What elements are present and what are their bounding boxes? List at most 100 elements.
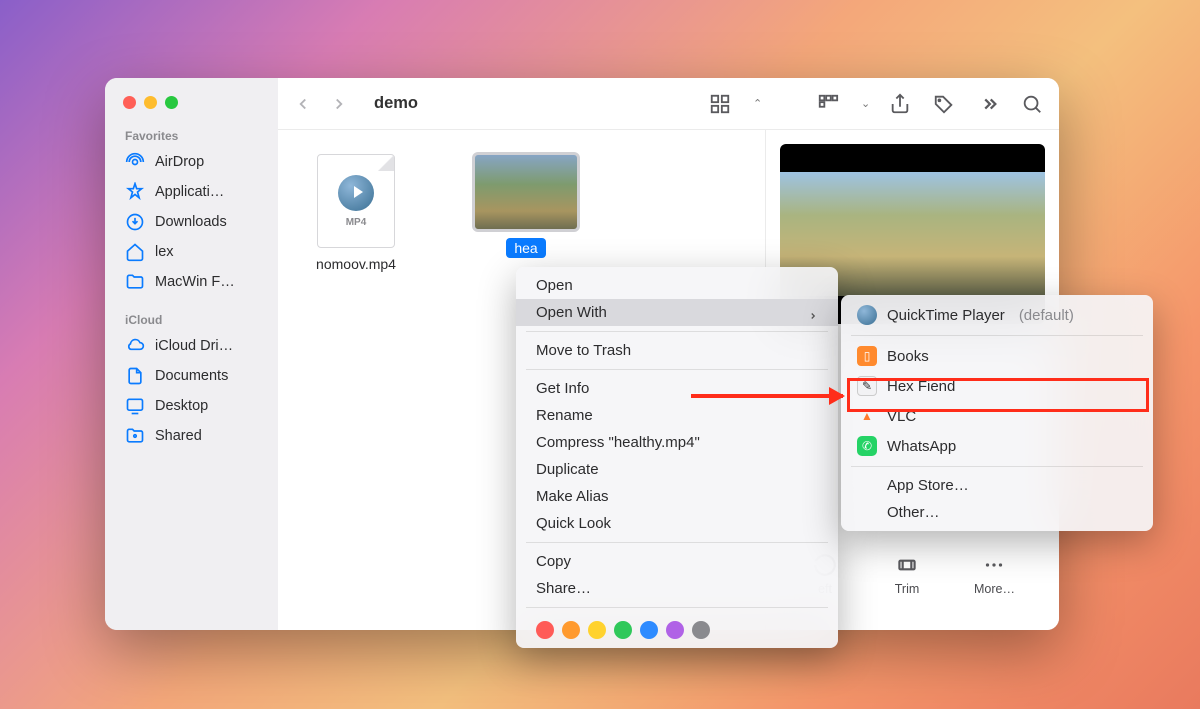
tag-purple[interactable] <box>666 621 684 639</box>
menu-separator <box>526 542 828 543</box>
window-title: demo <box>368 94 699 113</box>
menu-label: Duplicate <box>536 461 599 478</box>
submenu-label: VLC <box>887 408 916 425</box>
context-menu-open-with[interactable]: Open With <box>516 299 838 326</box>
more-toolbar-button[interactable] <box>977 93 999 115</box>
more-icon <box>979 552 1009 578</box>
whatsapp-icon: ✆ <box>857 436 877 456</box>
preview-action-label: More… <box>974 582 1015 596</box>
airdrop-icon <box>125 152 145 172</box>
sidebar-item-home[interactable]: lex <box>105 237 278 267</box>
sidebar-item-airdrop[interactable]: AirDrop <box>105 147 278 177</box>
folder-icon <box>125 272 145 292</box>
tag-orange[interactable] <box>562 621 580 639</box>
sidebar-item-label: Documents <box>155 368 228 384</box>
preview-action-trim[interactable]: Trim <box>892 552 922 596</box>
submenu-item-hexfiend[interactable]: ✎ Hex Fiend <box>841 371 1153 401</box>
context-menu-quick-look[interactable]: Quick Look <box>516 510 838 537</box>
quicktime-icon <box>857 305 877 325</box>
preview-action-more[interactable]: More… <box>974 552 1015 596</box>
sidebar-section-favorites: Favorites <box>105 123 278 147</box>
preview-action-label: Trim <box>895 582 920 596</box>
context-menu-compress[interactable]: Compress "healthy.mp4" <box>516 429 838 456</box>
minimize-window-button[interactable] <box>144 96 157 109</box>
window-traffic-lights <box>105 92 278 123</box>
sidebar-item-label: iCloud Dri… <box>155 338 233 354</box>
search-button[interactable] <box>1021 93 1043 115</box>
menu-label: Compress "healthy.mp4" <box>536 434 700 451</box>
file-name-label: hea <box>506 238 545 258</box>
group-button[interactable] <box>817 93 839 115</box>
menu-separator <box>851 335 1143 336</box>
tags-button[interactable] <box>933 93 955 115</box>
context-menu-make-alias[interactable]: Make Alias <box>516 483 838 510</box>
context-menu-duplicate[interactable]: Duplicate <box>516 456 838 483</box>
tag-yellow[interactable] <box>588 621 606 639</box>
submenu-label: Other… <box>887 504 940 521</box>
share-button[interactable] <box>889 93 911 115</box>
submenu-label: WhatsApp <box>887 438 956 455</box>
tag-color-row <box>516 613 838 643</box>
home-icon <box>125 242 145 262</box>
open-with-submenu: QuickTime Player (default) ▯ Books ✎ Hex… <box>841 295 1153 531</box>
trim-icon <box>892 552 922 578</box>
tag-red[interactable] <box>536 621 554 639</box>
sidebar-item-iclouddrive[interactable]: iCloud Dri… <box>105 331 278 361</box>
submenu-item-books[interactable]: ▯ Books <box>841 341 1153 371</box>
sidebar: Favorites AirDrop Applicati… Downloads l… <box>105 78 278 630</box>
sidebar-section-icloud: iCloud <box>105 307 278 331</box>
submenu-label: App Store… <box>887 477 969 494</box>
sidebar-item-label: Applicati… <box>155 184 224 200</box>
shared-folder-icon <box>125 426 145 446</box>
back-button[interactable] <box>294 95 312 113</box>
menu-label: Move to Trash <box>536 342 631 359</box>
sidebar-item-label: Shared <box>155 428 202 444</box>
video-thumbnail <box>474 154 578 230</box>
menu-separator <box>851 466 1143 467</box>
cloud-icon <box>125 336 145 356</box>
context-menu-share[interactable]: Share… <box>516 575 838 602</box>
sidebar-item-shared[interactable]: Shared <box>105 421 278 451</box>
submenu-label: Hex Fiend <box>887 378 955 395</box>
maximize-window-button[interactable] <box>165 96 178 109</box>
submenu-label: Books <box>887 348 929 365</box>
submenu-item-other[interactable]: Other… <box>841 499 1153 526</box>
toolbar: demo ⌃ ⌄ <box>278 78 1059 130</box>
tag-gray[interactable] <box>692 621 710 639</box>
applications-icon <box>125 182 145 202</box>
sidebar-item-macwin[interactable]: MacWin F… <box>105 267 278 297</box>
books-icon: ▯ <box>857 346 877 366</box>
annotation-arrow <box>691 394 843 398</box>
sidebar-item-downloads[interactable]: Downloads <box>105 207 278 237</box>
context-menu: Open Open With Move to Trash Get Info Re… <box>516 267 838 648</box>
default-suffix: (default) <box>1019 307 1074 324</box>
submenu-item-vlc[interactable]: ▲ VLC <box>841 401 1153 431</box>
quicktime-icon <box>338 175 374 211</box>
menu-label: Open <box>536 277 573 294</box>
sidebar-item-label: MacWin F… <box>155 274 235 290</box>
menu-separator <box>526 607 828 608</box>
file-item[interactable]: MP4 nomoov.mp4 <box>296 154 416 272</box>
submenu-item-appstore[interactable]: App Store… <box>841 472 1153 499</box>
close-window-button[interactable] <box>123 96 136 109</box>
submenu-item-default[interactable]: QuickTime Player (default) <box>841 300 1153 330</box>
tag-blue[interactable] <box>640 621 658 639</box>
submenu-item-whatsapp[interactable]: ✆ WhatsApp <box>841 431 1153 461</box>
menu-label: Quick Look <box>536 515 611 532</box>
file-item[interactable]: hea <box>466 154 586 258</box>
context-menu-trash[interactable]: Move to Trash <box>516 337 838 364</box>
sidebar-item-applications[interactable]: Applicati… <box>105 177 278 207</box>
context-menu-rename[interactable]: Rename <box>516 402 838 429</box>
sidebar-item-documents[interactable]: Documents <box>105 361 278 391</box>
context-menu-copy[interactable]: Copy <box>516 548 838 575</box>
context-menu-open[interactable]: Open <box>516 272 838 299</box>
sidebar-item-label: Desktop <box>155 398 208 414</box>
sidebar-item-desktop[interactable]: Desktop <box>105 391 278 421</box>
forward-button[interactable] <box>330 95 348 113</box>
menu-separator <box>526 331 828 332</box>
chevron-right-icon <box>808 308 818 318</box>
hexfiend-icon: ✎ <box>857 376 877 396</box>
toolbar-right: ⌃ ⌄ <box>709 93 1043 115</box>
view-mode-button[interactable] <box>709 93 731 115</box>
tag-green[interactable] <box>614 621 632 639</box>
